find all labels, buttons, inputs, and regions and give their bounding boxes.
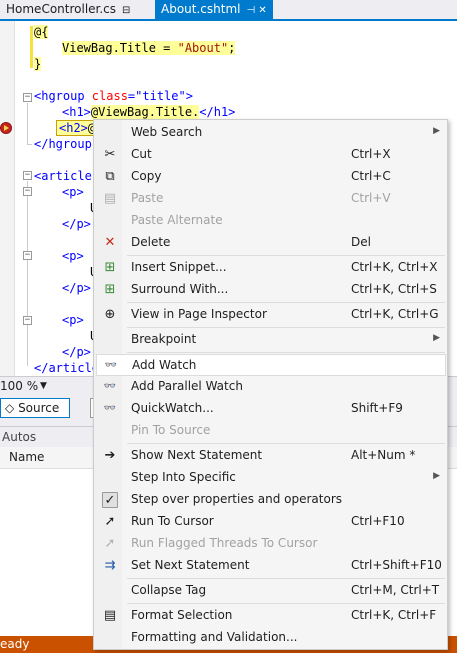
menu-item-quickwatch[interactable]: 👓 QuickWatch... Shift+F9 [96,398,446,420]
format-icon: ▤ [103,608,117,623]
menu-item-show-next-statement[interactable]: ➔ Show Next Statement Alt+Num * [96,445,446,467]
fold-tick [27,144,32,145]
menu-separator [127,443,445,444]
save-state-icon: ⊟ [122,5,131,16]
zoom-dropdown-icon[interactable]: ▼ [40,381,47,391]
status-text: eady [0,637,30,651]
code-line: </p> [62,217,91,231]
menu-separator [127,352,445,353]
menu-item-paste[interactable]: ▤ Paste Ctrl+V [96,188,446,210]
menu-item-collapse-tag[interactable]: Collapse Tag Ctrl+M, Ctrl+T [96,580,446,602]
code-line: <h1>@ViewBag.Title.</h1> [62,105,236,119]
code-line: @{ [34,25,49,39]
menu-separator [127,255,445,256]
menu-separator [127,603,445,604]
submenu-arrow-icon: ▶ [433,333,440,343]
menu-item-format-selection[interactable]: ▤ Format Selection Ctrl+K, Ctrl+F [96,605,446,627]
menu-item-add-watch[interactable]: 👓 Add Watch [96,354,446,376]
surround-with-icon: ⊞ [104,282,116,297]
collapse-p2-icon[interactable]: − [23,251,32,260]
menu-item-copy[interactable]: ⧉ Copy Ctrl+C [96,166,446,188]
menu-separator [127,327,445,328]
menu-item-run-to-cursor[interactable]: ➚ Run To Cursor Ctrl+F10 [96,511,446,533]
menu-item-insert-snippet[interactable]: ⊞ Insert Snippet... Ctrl+K, Ctrl+X [96,257,446,279]
scissors-icon: ✂ [104,147,116,162]
document-tab-strip: HomeController.cs ⊟ About.cshtml ⊣ ✕ [0,0,457,21]
context-menu: Web Search ▶ ✂ Cut Ctrl+X ⧉ Copy Ctrl+C … [93,119,448,650]
tab-label: About.cshtml [161,2,241,16]
menu-item-delete[interactable]: ✕ Delete Del [96,232,446,254]
menu-item-pin-to-source[interactable]: Pin To Source [96,420,446,442]
code-line: ViewBag.Title = "About"; [62,41,236,55]
source-label: Source [18,401,60,415]
paste-icon: ▤ [103,191,117,206]
tab-about-cshtml[interactable]: About.cshtml ⊣ ✕ [155,0,273,19]
code-line: <hgroup class="title"> [34,89,193,103]
breakpoint-icon[interactable] [0,122,12,134]
menu-item-formatting-and-validation[interactable]: Formatting and Validation... [96,627,446,649]
collapse-p1-icon[interactable]: − [23,187,32,196]
code-line: </article [34,361,100,375]
pin-close-icon[interactable]: ⊣ ✕ [246,5,266,16]
indicator-margin[interactable] [0,21,14,376]
arrow-right-icon: ➔ [104,448,116,463]
insert-snippet-icon: ⊞ [104,260,116,275]
menu-item-surround-with[interactable]: ⊞ Surround With... Ctrl+K, Ctrl+S [96,279,446,301]
menu-item-set-next-statement[interactable]: ⇉ Set Next Statement Ctrl+Shift+F10 [96,555,446,577]
menu-item-paste-alternate[interactable]: Paste Alternate [96,210,446,232]
column-name[interactable]: Name [9,450,44,464]
menu-separator [127,302,445,303]
code-line: } [34,57,42,71]
glasses-icon: 👓 [103,403,117,414]
cursor-icon: ➚ [104,536,116,551]
menu-item-add-parallel-watch[interactable]: 👓 Add Parallel Watch [96,376,446,398]
code-line: <h2>@ [56,120,99,136]
menu-separator [127,578,445,579]
fold-line [27,181,28,366]
menu-item-step-over-properties[interactable]: ✓ Step over properties and operators [96,489,446,511]
submenu-arrow-icon: ▶ [433,126,440,136]
menu-item-run-flagged-threads[interactable]: ➚ Run Flagged Threads To Cursor [96,533,446,555]
tab-homecontroller[interactable]: HomeController.cs ⊟ [0,0,154,19]
collapse-hgroup-icon[interactable]: − [23,93,32,102]
code-line: <article [34,169,92,183]
source-view-button[interactable]: ◇ Source [0,398,70,418]
source-icon: ◇ [5,401,15,415]
gutter-divider [14,21,15,376]
code-line: <p> [62,249,84,263]
submenu-arrow-icon: ▶ [433,471,440,481]
checkmark-icon: ✓ [102,492,118,508]
glasses-icon: 👓 [103,381,117,392]
page-inspector-icon: ⊕ [104,307,116,322]
menu-item-view-in-page-inspector[interactable]: ⊕ View in Page Inspector Ctrl+K, Ctrl+G [96,304,446,326]
cursor-icon: ➚ [104,514,116,529]
collapse-p3-icon[interactable]: − [23,316,32,325]
menu-item-web-search[interactable]: Web Search ▶ [96,122,446,144]
code-line: </p> [62,281,91,295]
copy-icon: ⧉ [105,169,115,184]
delete-icon: ✕ [104,235,116,250]
tab-label: HomeController.cs [6,2,117,16]
code-line: </hgroup [34,137,92,151]
glasses-icon: 👓 [104,360,118,371]
code-line: <p> [62,313,84,327]
code-line: <p> [62,185,84,199]
menu-item-step-into-specific[interactable]: Step Into Specific ▶ [96,467,446,489]
menu-item-breakpoint[interactable]: Breakpoint ▶ [96,329,446,351]
menu-item-cut[interactable]: ✂ Cut Ctrl+X [96,144,446,166]
code-line: </p> [62,345,91,359]
collapse-article-icon[interactable]: − [23,171,32,180]
set-next-statement-icon: ⇉ [104,558,116,573]
change-marker [30,26,33,68]
zoom-level[interactable]: 100 % [0,379,38,393]
fold-line [27,103,28,145]
